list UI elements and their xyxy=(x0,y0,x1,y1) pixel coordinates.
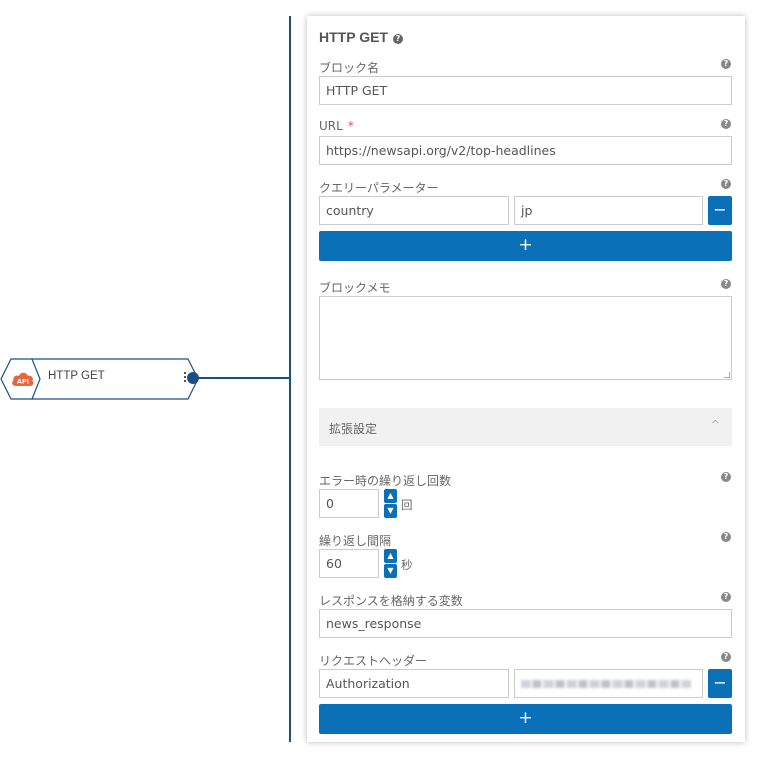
help-icon[interactable]: ? xyxy=(721,652,731,662)
svg-text:API: API xyxy=(17,378,29,386)
decrement-button[interactable]: ▼ xyxy=(384,504,397,518)
node-output-port[interactable] xyxy=(187,372,199,384)
help-icon[interactable]: ? xyxy=(721,532,731,542)
retry-interval-input[interactable]: 60 xyxy=(319,549,379,578)
panel-title: HTTP GET? xyxy=(319,29,403,45)
redacted-value xyxy=(521,680,691,688)
block-name-input[interactable]: HTTP GET xyxy=(319,76,732,105)
required-mark: * xyxy=(347,119,354,133)
increment-button[interactable]: ▲ xyxy=(384,489,397,503)
retry-interval-label: 繰り返し間隔 xyxy=(319,534,392,548)
retry-count-unit: 回 xyxy=(401,498,413,512)
advanced-settings-header[interactable]: 拡張設定 ^ xyxy=(319,408,732,446)
help-icon[interactable]: ? xyxy=(721,472,731,482)
api-cloud-icon: API xyxy=(11,369,35,389)
block-memo-label: ブロックメモ xyxy=(319,281,391,295)
query-param-value-input[interactable]: jp xyxy=(514,196,703,225)
remove-query-param-button[interactable]: − xyxy=(708,196,732,225)
request-header-key-input[interactable]: Authorization xyxy=(319,669,509,698)
help-icon[interactable]: ? xyxy=(721,119,731,129)
url-label: URL * xyxy=(319,119,354,133)
help-icon[interactable]: ? xyxy=(721,279,731,289)
response-var-label: レスポンスを格納する変数 xyxy=(319,594,463,608)
block-name-label: ブロック名 xyxy=(319,61,380,75)
remove-request-header-button[interactable]: − xyxy=(708,669,732,698)
add-request-header-button[interactable]: + xyxy=(319,704,732,734)
add-query-param-button[interactable]: + xyxy=(319,231,732,261)
query-params-label: クエリーパラメーター xyxy=(319,181,439,195)
retry-interval-unit: 秒 xyxy=(401,558,413,572)
response-var-input[interactable]: news_response xyxy=(319,609,732,638)
retry-count-input[interactable]: 0 xyxy=(319,489,379,518)
block-memo-textarea[interactable] xyxy=(319,296,732,380)
advanced-settings-label: 拡張設定 xyxy=(329,422,378,436)
request-header-value-input[interactable] xyxy=(514,669,703,698)
flow-canvas: API HTTP GET HTTP GET? ブロック名 ? HTTP GET … xyxy=(0,0,760,758)
properties-panel: HTTP GET? ブロック名 ? HTTP GET URL * ? https:… xyxy=(307,16,745,742)
connector-vertical xyxy=(289,16,291,742)
chevron-up-icon: ^ xyxy=(710,418,720,431)
help-icon[interactable]: ? xyxy=(392,34,403,44)
node-label: HTTP GET xyxy=(48,370,105,382)
connector-horizontal xyxy=(195,377,290,379)
resize-handle-icon[interactable] xyxy=(724,372,730,378)
query-param-key-input[interactable]: country xyxy=(319,196,509,225)
help-icon[interactable]: ? xyxy=(721,592,731,602)
help-icon[interactable]: ? xyxy=(721,59,731,69)
increment-button[interactable]: ▲ xyxy=(384,549,397,563)
url-input[interactable]: https://newsapi.org/v2/top-headlines xyxy=(319,136,732,165)
help-icon[interactable]: ? xyxy=(721,179,731,189)
retry-count-label: エラー時の繰り返し回数 xyxy=(319,474,452,488)
request-headers-label: リクエストヘッダー xyxy=(319,654,428,668)
decrement-button[interactable]: ▼ xyxy=(384,564,397,578)
